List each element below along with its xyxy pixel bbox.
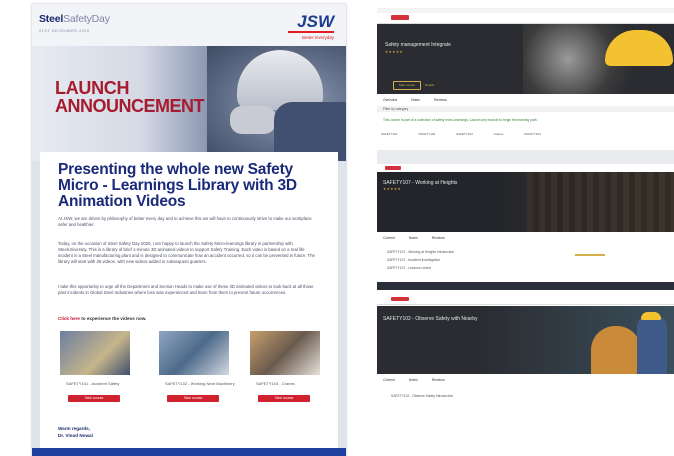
urge-paragraph: I take this opportunity to urge all the … — [58, 284, 314, 295]
tab-notes[interactable]: Notes — [411, 98, 420, 102]
sign-name: Dr. Vinod Nowal — [58, 433, 93, 438]
module-chip[interactable]: SAFETY103 — [456, 132, 473, 136]
course-banner: SAFETY107 - Working at Heights ★★★★★ — [377, 172, 674, 232]
signature-block: Warm regards, Dr. Vinod Nowal — [58, 425, 93, 439]
tab-bar: Overview Notes Reviews — [383, 98, 461, 102]
intro-paragraph: At JSW, we are driven by philosophy of b… — [58, 216, 312, 227]
video-thumbnail[interactable] — [60, 331, 130, 375]
take-course-button[interactable]: Take course — [258, 395, 310, 402]
launch-paragraph: Today, on the occasion of Steel Safety D… — [58, 241, 315, 264]
content-row[interactable]: SAFETY107 - Accident Investigation — [387, 258, 440, 262]
brand-rest: SafetyDay — [63, 13, 110, 25]
notice-text: This course is part of a collection of s… — [383, 118, 538, 122]
site-logo — [385, 166, 401, 170]
factory-image — [527, 172, 674, 232]
take-course-button[interactable]: Take course — [393, 81, 421, 90]
tab-reviews[interactable]: Reviews — [432, 378, 445, 382]
worker-figure-2 — [637, 314, 667, 374]
video-caption: SAFETY103 - Cranes — [256, 381, 295, 386]
tab-reviews[interactable]: Reviews — [432, 236, 445, 240]
site-logo — [391, 15, 409, 20]
course-screenshot-1: Safety management Integrate ★★★★★ Take c… — [377, 8, 674, 144]
tab-bar: Content Notes Reviews — [383, 378, 459, 382]
content-row[interactable]: SAFETY107 - Working at Heights Introduct… — [387, 250, 454, 254]
video-caption: SAFETY101 - Accident Safety — [66, 381, 120, 386]
course-screenshot-3: SAFETY102 - Observe Safety with Nearby C… — [377, 294, 674, 404]
content-row[interactable]: SAFETY102 - Observe Safety Introduction — [391, 394, 453, 398]
details-link[interactable]: Details — [425, 83, 434, 87]
tab-content[interactable]: Content — [383, 378, 395, 382]
module-chip[interactable]: Cranes — [494, 132, 504, 136]
module-chip-row: SAFETY101 SAFETY102 SAFETY103 Cranes SAF… — [381, 132, 671, 138]
sign-greeting: Warm regards, — [58, 426, 90, 431]
announce-line-1: LAUNCH — [55, 78, 130, 98]
take-course-button[interactable]: Take course — [68, 395, 120, 402]
module-chip[interactable]: SAFETY102 — [419, 132, 436, 136]
course-banner: Safety management Integrate ★★★★★ Take c… — [377, 24, 674, 94]
module-chip[interactable]: SAFETY104 — [524, 132, 541, 136]
tab-notes[interactable]: Notes — [409, 236, 418, 240]
rating-stars: ★★★★★ — [385, 50, 404, 54]
site-nav — [377, 294, 674, 305]
rating-stars: ★★★★★ — [383, 187, 402, 191]
video-card: SAFETY101 - Accident Safety Take course — [60, 331, 130, 407]
video-thumbnail[interactable] — [250, 331, 320, 375]
course-banner: SAFETY102 - Observe Safety with Nearby — [377, 306, 674, 374]
course-screenshot-2: SAFETY107 - Working at Heights ★★★★★ Con… — [377, 150, 674, 290]
steel-safety-day-logo: SteelSafetyDay — [39, 13, 110, 25]
site-nav — [377, 13, 674, 24]
tab-overview[interactable]: Overview — [383, 98, 397, 102]
jsw-logo: JSW — [297, 12, 334, 31]
taskbar — [377, 282, 674, 290]
launch-announcement-flyer: SteelSafetyDay 21ST DECEMBER 2020 JSW Be… — [32, 4, 346, 456]
module-chip[interactable]: SAFETY101 — [381, 132, 398, 136]
announce-line-2: ANNOUNCEMENT — [55, 96, 205, 116]
yellow-helmet — [641, 312, 661, 320]
flyer-footer-bar — [32, 448, 346, 456]
logo-underline — [288, 31, 334, 33]
video-caption: SAFETY102 - Working Near Machinery — [165, 381, 235, 386]
filter-label[interactable]: Filter by category — [383, 107, 408, 111]
video-card: SAFETY103 - Cranes Take course — [250, 331, 320, 407]
click-here-link[interactable]: Click here — [58, 316, 80, 321]
tab-bar: Content Notes Reviews — [383, 236, 459, 240]
click-here-line: Click here to experience the videos now. — [58, 316, 146, 321]
video-thumbnail[interactable] — [159, 331, 229, 375]
filter-bar — [377, 106, 674, 112]
tab-reviews[interactable]: Reviews — [434, 98, 447, 102]
headline: Presenting the whole new Safety Micro - … — [58, 161, 297, 210]
company-tagline: Better Everyday — [301, 35, 334, 40]
course-title: SAFETY102 - Observe Safety with Nearby — [383, 316, 478, 322]
browser-chrome — [377, 150, 674, 164]
click-here-rest: to experience the videos now. — [79, 316, 147, 321]
tab-notes[interactable]: Notes — [409, 378, 418, 382]
site-logo — [391, 297, 409, 301]
event-date: 21ST DECEMBER 2020 — [39, 28, 90, 33]
brand-bold: Steel — [39, 13, 64, 25]
tab-content[interactable]: Content — [383, 236, 395, 240]
progress-indicator — [575, 254, 605, 256]
worker-figure — [591, 326, 641, 374]
hand-shape — [230, 106, 276, 134]
course-title: SAFETY107 - Working at Heights — [383, 180, 458, 186]
course-title: Safety management Integrate — [385, 42, 451, 48]
take-course-button[interactable]: Take course — [167, 395, 219, 402]
video-card: SAFETY102 - Working Near Machinery Take … — [159, 331, 235, 407]
content-row[interactable]: SAFETY107 - Lessons Learnt — [387, 266, 431, 270]
